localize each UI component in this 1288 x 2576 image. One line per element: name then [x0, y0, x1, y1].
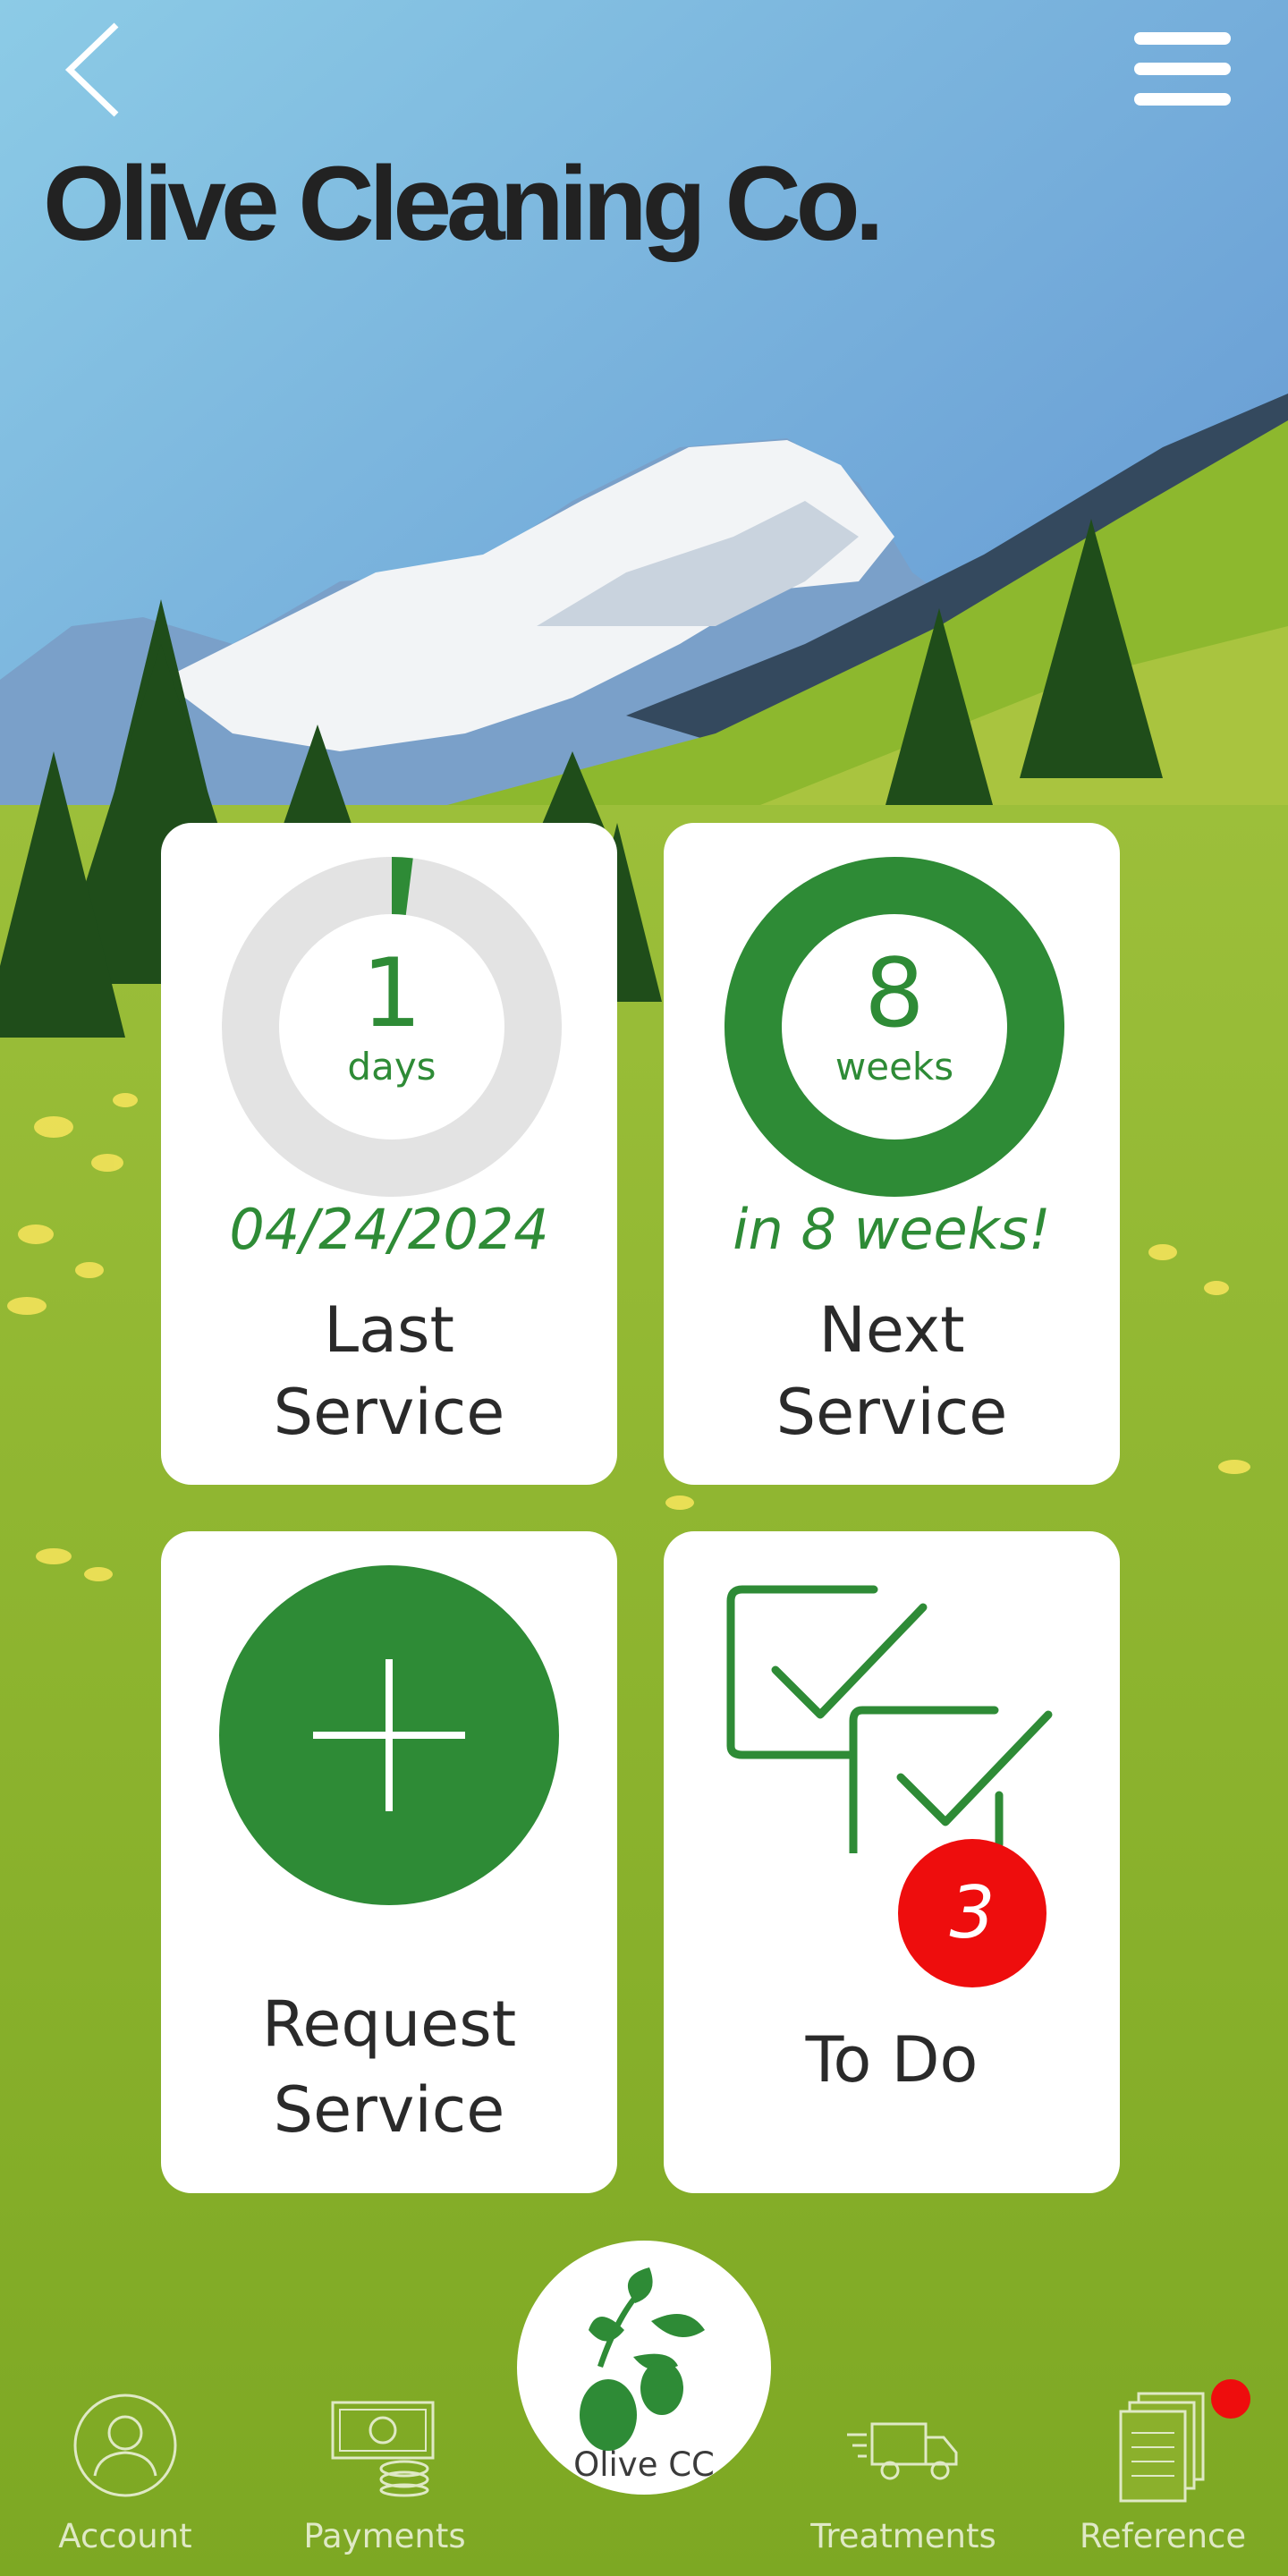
nav-label-treatments: Treatments — [810, 2517, 996, 2555]
nav-label-account: Account — [58, 2517, 192, 2555]
menu-button[interactable] — [1129, 27, 1236, 112]
truck-icon — [847, 2422, 958, 2480]
payments-icon — [331, 2401, 435, 2497]
next-service-ring: 8 weeks — [724, 857, 1064, 1197]
nav-item-reference[interactable]: Reference — [1055, 2343, 1270, 2576]
plus-icon — [219, 1565, 559, 1905]
last-service-card[interactable]: 1 days 04/24/2024 Last Service — [161, 823, 617, 1485]
olive-branch-icon — [580, 2267, 705, 2451]
last-service-unit: days — [347, 1045, 436, 1089]
next-service-title-line2: Service — [775, 1376, 1008, 1449]
nav-item-olive-cc[interactable]: Olive CC — [517, 2241, 771, 2495]
back-button[interactable] — [63, 18, 134, 125]
next-service-value: 8 — [864, 938, 925, 1048]
next-service-title-line1: Next — [818, 1293, 965, 1367]
request-service-title-line1: Request — [261, 1987, 517, 2061]
next-service-subtitle: in 8 weeks! — [733, 1197, 1051, 1262]
last-service-title-line2: Service — [273, 1376, 505, 1449]
chevron-left-icon — [64, 22, 119, 117]
todo-card[interactable]: 3 To Do — [664, 1531, 1120, 2193]
nav-label-reference: Reference — [1079, 2517, 1247, 2555]
nav-label-payments: Payments — [303, 2517, 466, 2555]
last-service-date: 04/24/2024 — [229, 1197, 549, 1262]
todo-title: To Do — [805, 2023, 979, 2097]
next-service-card[interactable]: 8 weeks in 8 weeks! Next Service — [664, 823, 1120, 1485]
nav-item-treatments[interactable]: Treatments — [787, 2343, 1020, 2576]
nav-item-payments[interactable]: Payments — [286, 2343, 483, 2576]
nav-item-account[interactable]: Account — [36, 2343, 215, 2576]
documents-icon — [1119, 2392, 1205, 2503]
hamburger-menu-icon — [1134, 32, 1231, 106]
last-service-value: 1 — [361, 938, 422, 1048]
last-service-title-line1: Last — [324, 1293, 454, 1367]
reference-notification-dot — [1211, 2379, 1250, 2419]
company-logo: Olive Cleaning Co. — [43, 145, 885, 263]
last-service-ring: 1 days — [222, 857, 562, 1197]
nav-label-olive-cc: Olive CC — [573, 2445, 715, 2484]
todo-count-badge: 3 — [898, 1839, 1046, 1987]
request-service-card[interactable]: Request Service — [161, 1531, 617, 2193]
checklist-icon — [726, 1585, 1053, 1853]
account-icon — [73, 2394, 177, 2497]
next-service-unit: weeks — [835, 1045, 954, 1089]
request-service-title-line2: Service — [273, 2073, 505, 2147]
